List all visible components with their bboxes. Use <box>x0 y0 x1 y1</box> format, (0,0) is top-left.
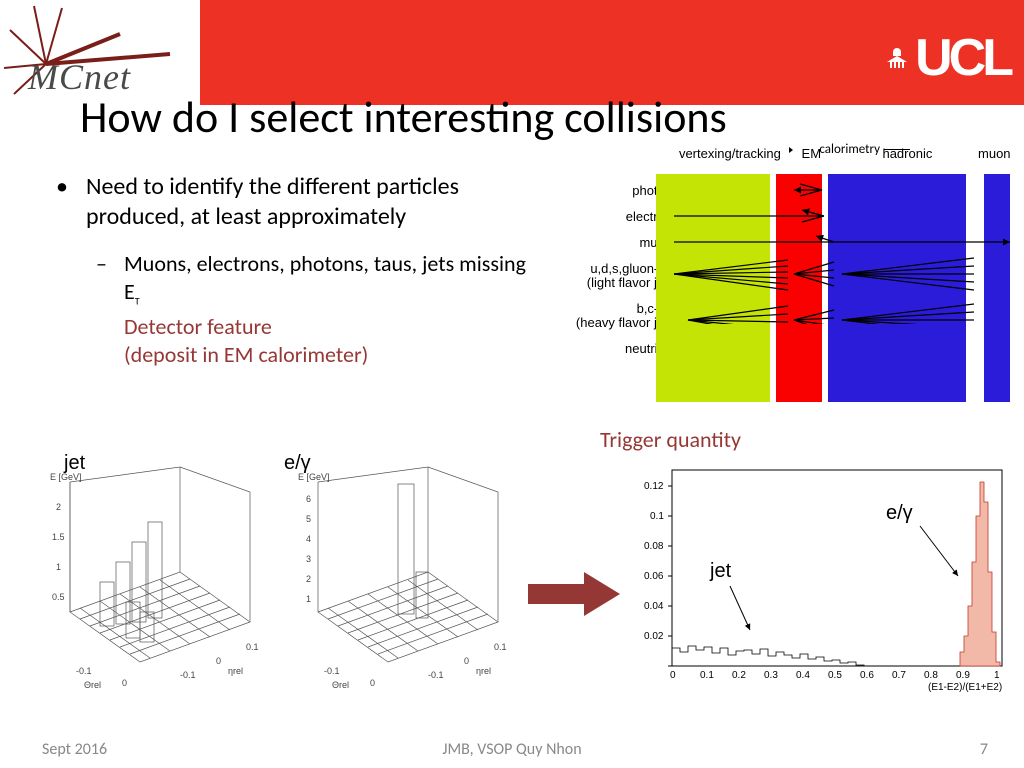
ucl-logo: UCL <box>887 32 1010 84</box>
row-heavyjet: b,c-jet(heavy flavor jet) <box>556 298 672 338</box>
detector-diagram: vertexing/tracking EM hadronic muon calo… <box>556 146 1010 416</box>
svg-text:Θrel: Θrel <box>332 680 349 690</box>
svg-text:1: 1 <box>56 562 61 572</box>
slide-footer: Sept 2016 JMB, VSOP Quy Nhon 7 <box>0 740 1024 762</box>
svg-text:0.1: 0.1 <box>246 642 259 652</box>
svg-text:-0.1: -0.1 <box>428 670 444 680</box>
row-neutrino: neutrino <box>556 338 672 364</box>
det-row-labels: photon electron muon u,d,s,gluon-jet(lig… <box>556 180 672 364</box>
svg-text:0: 0 <box>216 656 221 666</box>
slide-title: How do I select interesting collisions <box>80 90 727 144</box>
row-muon: muon <box>556 232 672 258</box>
row-electron: electron <box>556 206 672 232</box>
svg-text:0: 0 <box>370 678 375 688</box>
bullet-2-text: Muons, electrons, photons, taus, jets mi… <box>124 250 526 305</box>
svg-text:5: 5 <box>306 514 311 524</box>
ucl-letters: UCL <box>915 32 1010 84</box>
svg-text:-0.1: -0.1 <box>76 666 92 676</box>
footer-author: JMB, VSOP Quy Nhon <box>0 740 1024 759</box>
det-calorimetry-label: calorimetry <box>785 142 914 157</box>
svg-text:1: 1 <box>306 594 311 604</box>
footer-page: 7 <box>980 740 988 759</box>
svg-text:0.1: 0.1 <box>494 642 507 652</box>
hist-annotation-arrows-icon <box>628 462 1012 694</box>
svg-text:6: 6 <box>306 494 311 504</box>
bullet-2: Muons, electrons, photons, taus, jets mi… <box>56 250 536 307</box>
det-col-vt-label: vertexing/tracking <box>674 146 786 161</box>
row-photon: photon <box>556 180 672 206</box>
svg-text:2: 2 <box>306 574 311 584</box>
lego-jet-label: jet <box>64 452 85 475</box>
svg-text:1.5: 1.5 <box>52 532 65 542</box>
svg-text:-0.1: -0.1 <box>180 670 196 680</box>
ucl-portico-icon <box>887 48 907 68</box>
svg-text:0.5: 0.5 <box>52 592 65 602</box>
svg-text:3: 3 <box>306 554 311 564</box>
lego-plot-jet: jet E [GeV] 21.510.5 -0.10Θrel -0.100.1η… <box>30 462 272 699</box>
bullet-1: Need to identify the different particles… <box>56 172 536 232</box>
lego-eg-label: e/γ <box>284 452 311 475</box>
det-tracks-icon <box>674 174 1010 324</box>
trigger-quantity-label: Trigger quantity <box>600 426 741 453</box>
lego-plot-eg: e/γ E [GeV] 654321 -0.10Θrel -0.100.1ηre… <box>278 462 520 699</box>
svg-text:ηrel: ηrel <box>228 666 243 676</box>
svg-text:2: 2 <box>56 502 61 512</box>
svg-text:0: 0 <box>122 678 127 688</box>
svg-text:Θrel: Θrel <box>84 680 101 690</box>
arrow-right-icon <box>528 570 620 623</box>
svg-text:-0.1: -0.1 <box>324 666 340 676</box>
bullet-list: Need to identify the different particles… <box>56 172 536 368</box>
row-lightjet: u,d,s,gluon-jet(light flavor jet) <box>556 258 672 298</box>
detfeat-l2: (deposit in EM calorimeter) <box>124 341 368 368</box>
detfeat-l1: Detector feature <box>124 313 272 340</box>
svg-text:0: 0 <box>464 656 469 666</box>
bullet-2-sub: T <box>135 294 140 307</box>
trigger-histogram: 0.02 0.04 0.06 0.08 0.1 0.12 0 0.1 0.2 0… <box>628 462 1012 694</box>
det-col-muon-label: muon <box>978 146 1010 161</box>
svg-text:ηrel: ηrel <box>476 666 491 676</box>
svg-text:4: 4 <box>306 534 311 544</box>
detector-feature-note: Detector feature (deposit in EM calorime… <box>124 313 536 368</box>
